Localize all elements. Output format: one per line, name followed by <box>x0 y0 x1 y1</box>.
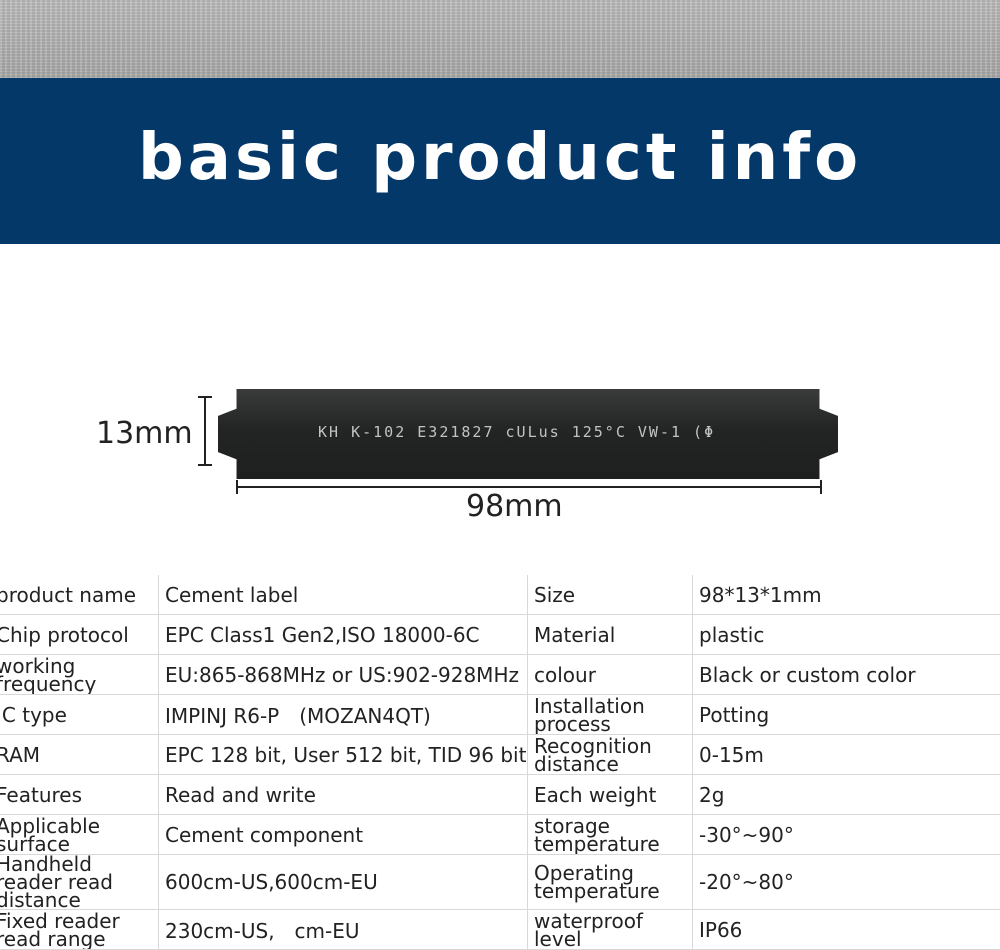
table-row: product name Cement label Size 98*13*1mm <box>0 575 1000 615</box>
height-dimension-cap-bottom <box>198 464 212 466</box>
product-figure: KH K-102 E321827 cULus 125°C VW-1 (Φ 13m… <box>0 244 1000 554</box>
spec-value: plastic <box>693 615 1000 655</box>
spec-label: Fixed reader read range <box>0 910 159 950</box>
spec-value: Read and write <box>159 775 528 815</box>
spec-label: Size <box>528 575 693 615</box>
spec-value: Cement label <box>159 575 528 615</box>
spec-label: storage temperature <box>528 815 693 855</box>
top-texture-strip <box>0 0 1000 78</box>
spec-label: Handheld reader read distance <box>0 855 159 910</box>
spec-label: Each weight <box>528 775 693 815</box>
spec-value: EPC 128 bit, User 512 bit, TID 96 bit <box>159 735 528 775</box>
spec-label: RAM <box>0 735 159 775</box>
width-dimension-label: 98mm <box>466 489 563 524</box>
spec-label: Installation process <box>528 695 693 735</box>
spec-label: Chip protocol <box>0 615 159 655</box>
spec-value: EPC Class1 Gen2,ISO 18000-6C <box>159 615 528 655</box>
spec-table: product name Cement label Size 98*13*1mm… <box>0 575 1000 950</box>
header-banner: basic product info <box>0 78 1000 244</box>
spec-label: Applicable surface <box>0 815 159 855</box>
spec-label: IC type <box>0 695 159 735</box>
label-printed-text: KH K-102 E321827 cULus 125°C VW-1 (Φ <box>318 423 715 441</box>
table-row: working frequency EU:865-868MHz or US:90… <box>0 655 1000 695</box>
spec-value: Cement component <box>159 815 528 855</box>
spec-value: -30°~90° <box>693 815 1000 855</box>
spec-label: Features <box>0 775 159 815</box>
spec-value: IP66 <box>693 910 1000 950</box>
width-dimension-cap-right <box>820 480 822 494</box>
width-dimension-line <box>237 486 821 488</box>
spec-value: 98*13*1mm <box>693 575 1000 615</box>
spec-value: Potting <box>693 695 1000 735</box>
spec-label: product name <box>0 575 159 615</box>
table-row: Handheld reader read distance 600cm-US,6… <box>0 855 1000 910</box>
page-title: basic product info <box>138 121 862 195</box>
spec-value: 2g <box>693 775 1000 815</box>
cement-label-image: KH K-102 E321827 cULus 125°C VW-1 (Φ <box>218 389 838 479</box>
spec-label: waterproof level <box>528 910 693 950</box>
spec-value: Black or custom color <box>693 655 1000 695</box>
spec-label: Material <box>528 615 693 655</box>
spec-label: Recognition distance <box>528 735 693 775</box>
table-row: Chip protocol EPC Class1 Gen2,ISO 18000-… <box>0 615 1000 655</box>
spec-label: working frequency <box>0 655 159 695</box>
spec-label: colour <box>528 655 693 695</box>
table-row: IC type IMPINJ R6-P (MOZAN4QT) Installat… <box>0 695 1000 735</box>
height-dimension-label: 13mm <box>96 416 193 451</box>
spec-value: IMPINJ R6-P (MOZAN4QT) <box>159 695 528 735</box>
table-row: RAM EPC 128 bit, User 512 bit, TID 96 bi… <box>0 735 1000 775</box>
table-row: Features Read and write Each weight 2g <box>0 775 1000 815</box>
table-row: Applicable surface Cement component stor… <box>0 815 1000 855</box>
spec-value: 230cm-US, cm-EU <box>159 910 528 950</box>
spec-value: EU:865-868MHz or US:902-928MHz <box>159 655 528 695</box>
spec-label: Operating temperature <box>528 855 693 910</box>
height-dimension-cap-top <box>198 396 212 398</box>
table-row: Fixed reader read range 230cm-US, cm-EU … <box>0 910 1000 950</box>
spec-value: 0-15m <box>693 735 1000 775</box>
spec-value: -20°~80° <box>693 855 1000 910</box>
spec-value: 600cm-US,600cm-EU <box>159 855 528 910</box>
height-dimension-line <box>204 396 206 466</box>
width-dimension-cap-left <box>236 480 238 494</box>
